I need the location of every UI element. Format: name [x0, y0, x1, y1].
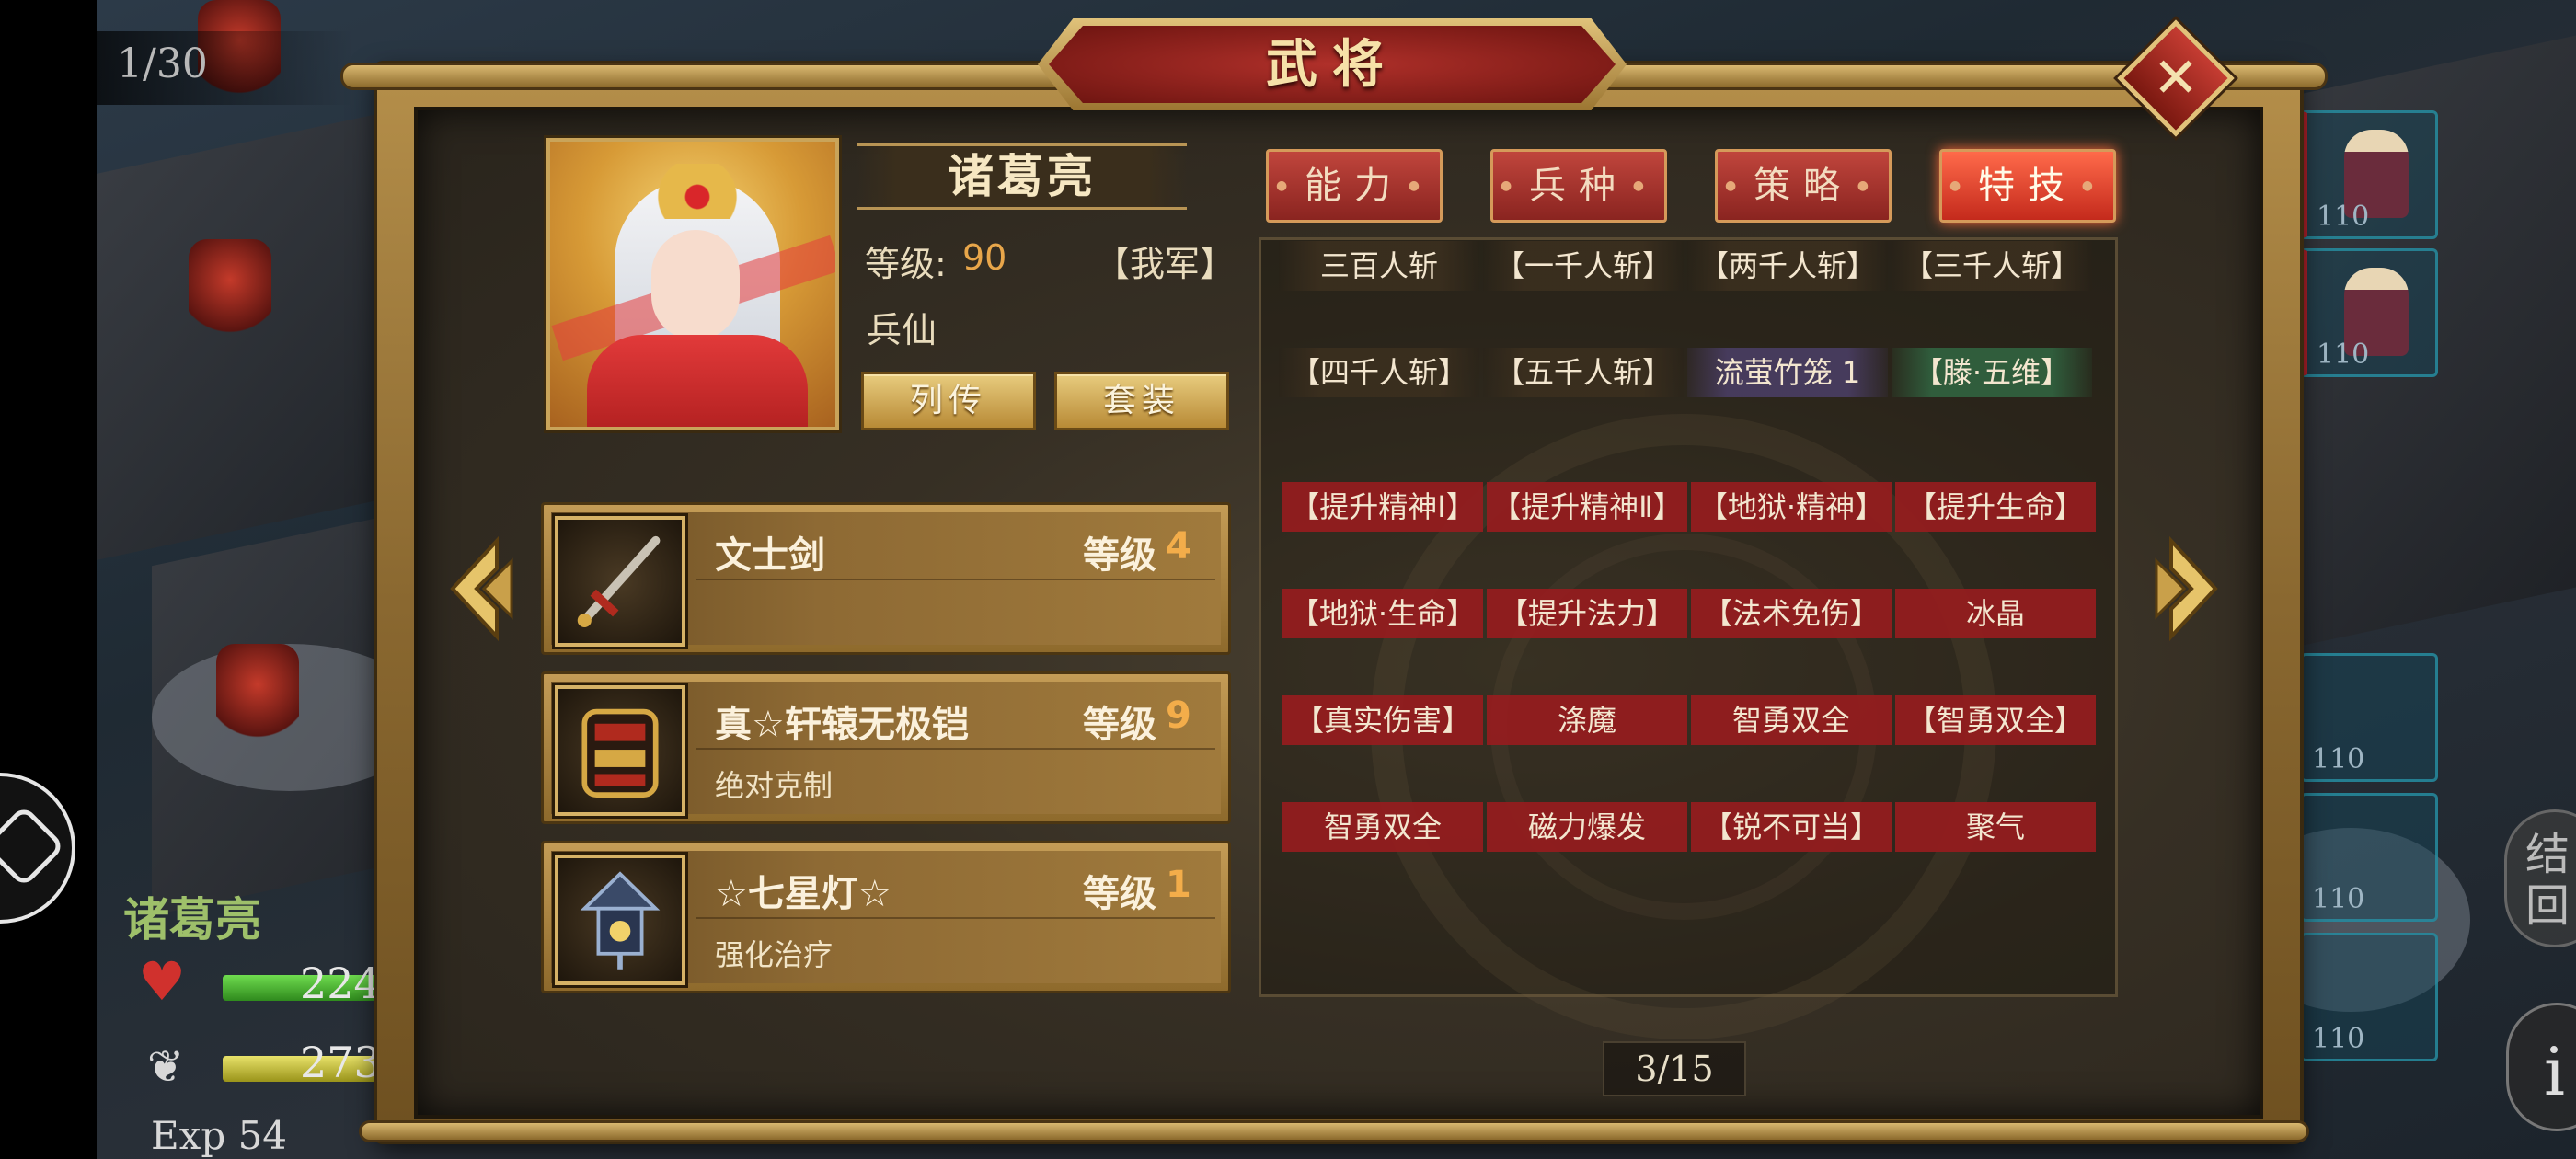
chevron-right-icon — [2155, 535, 2218, 642]
equipment-level-value: 4 — [1166, 525, 1191, 568]
biography-button[interactable]: 列传 — [861, 372, 1036, 430]
equipment-effect: 强化治疗 — [715, 937, 834, 972]
lamp-icon — [555, 855, 685, 985]
tab-strategy[interactable]: 策略 — [1715, 149, 1892, 223]
chevron-left-icon — [450, 535, 513, 642]
equipment-effect: 绝对克制 — [715, 768, 834, 803]
equipment-name: 真☆轩辕无极铠 — [715, 704, 969, 746]
skill-tag[interactable]: 【提升生命】 — [1895, 482, 2096, 532]
skill-tag[interactable]: 流萤竹笼 1 — [1687, 348, 1888, 397]
exp-text: Exp 54 — [151, 1113, 288, 1158]
skill-tag[interactable]: 【四千人斩】 — [1279, 348, 1479, 397]
skill-tag[interactable]: 【提升精神Ⅰ】 — [1282, 482, 1483, 532]
equipment-name: ☆七星灯☆ — [715, 873, 891, 915]
stage-counter: 1/30 — [97, 31, 354, 105]
skill-tag[interactable]: 【两千人斩】 — [1687, 241, 1888, 291]
equipment-level-value: 1 — [1166, 864, 1191, 906]
skill-tag[interactable]: 【真实伤害】 — [1282, 695, 1483, 745]
left-black-strip — [0, 0, 97, 1159]
skill-tag[interactable]: 智勇双全 — [1282, 802, 1483, 852]
skill-tag[interactable]: 【智勇双全】 — [1895, 695, 2096, 745]
page-indicator: 3/15 — [1603, 1041, 1746, 1096]
equipment-set-button[interactable]: 套装 — [1054, 372, 1229, 430]
equipment-level-label: 等级 — [1083, 873, 1156, 915]
skill-tag[interactable]: 【提升精神Ⅱ】 — [1487, 482, 1687, 532]
skill-tag[interactable]: 【地狱·生命】 — [1282, 589, 1483, 638]
equipment-card-armor[interactable]: 真☆轩辕无极铠 等级 9 绝对克制 — [541, 671, 1231, 824]
feather-icon: ❦ — [147, 1041, 185, 1093]
hero-name: 诸葛亮 — [948, 149, 1097, 203]
skill-tag[interactable]: 【地狱·精神】 — [1691, 482, 1892, 532]
skill-tag[interactable]: 磁力爆发 — [1487, 802, 1687, 852]
skill-tag[interactable]: 三百人斩 — [1279, 241, 1479, 291]
skill-tag[interactable]: 【法术免伤】 — [1691, 589, 1892, 638]
skill-tag[interactable]: 【三千人斩】 — [1892, 241, 2092, 291]
record-icon — [0, 804, 66, 889]
tab-skills[interactable]: 特技 — [1939, 149, 2116, 223]
skill-tag[interactable]: 智勇双全 — [1691, 695, 1892, 745]
equipment-level-label: 等级 — [1083, 534, 1156, 577]
general-dialog: 武将 ✕ 诸葛亮 等级: 90 【我军】 兵仙 列传 套装 文士剑 等级 4 真… — [340, 18, 2328, 1150]
skill-tag[interactable]: 【锐不可当】 — [1691, 802, 1892, 852]
tab-ability[interactable]: 能力 — [1266, 149, 1443, 223]
close-icon: ✕ — [2152, 46, 2200, 110]
skill-tag[interactable]: 【一千人斩】 — [1483, 241, 1684, 291]
tab-troops[interactable]: 兵种 — [1490, 149, 1667, 223]
skill-tag[interactable]: 涤魔 — [1487, 695, 1687, 745]
equipment-card-weapon[interactable]: 文士剑 等级 4 — [541, 502, 1231, 655]
skill-tag[interactable]: 聚气 — [1895, 802, 2096, 852]
hero-class: 兵仙 — [867, 310, 937, 350]
selected-unit-name: 诸葛亮 — [123, 892, 261, 947]
armor-icon — [555, 685, 685, 816]
heart-icon: ♥ — [138, 950, 186, 1013]
hero-level-label: 等级: — [865, 244, 947, 284]
skill-tag[interactable]: 【五千人斩】 — [1483, 348, 1684, 397]
skill-tag[interactable]: 【滕·五维】 — [1892, 348, 2092, 397]
sword-icon — [555, 516, 685, 647]
hero-portrait — [546, 138, 839, 430]
hero-level-value: 90 — [962, 237, 1007, 278]
skill-tag[interactable]: 冰晶 — [1895, 589, 2096, 638]
next-hero-button[interactable] — [2153, 534, 2226, 644]
previous-hero-button[interactable] — [442, 534, 515, 644]
equipment-level-value: 9 — [1166, 694, 1191, 737]
info-button[interactable]: i — [2506, 1003, 2576, 1131]
dialog-title: 武将 — [1266, 34, 1398, 95]
end-turn-button[interactable]: 结回 — [2504, 809, 2576, 947]
hero-faction: 【我军】 — [1095, 244, 1236, 284]
dialog-bottom-rail — [359, 1120, 2309, 1142]
equipment-card-accessory[interactable]: ☆七星灯☆ 等级 1 强化治疗 — [541, 841, 1231, 993]
equipment-name: 文士剑 — [715, 534, 825, 577]
skill-tag[interactable]: 【提升法力】 — [1487, 589, 1687, 638]
equipment-level-label: 等级 — [1083, 704, 1156, 746]
